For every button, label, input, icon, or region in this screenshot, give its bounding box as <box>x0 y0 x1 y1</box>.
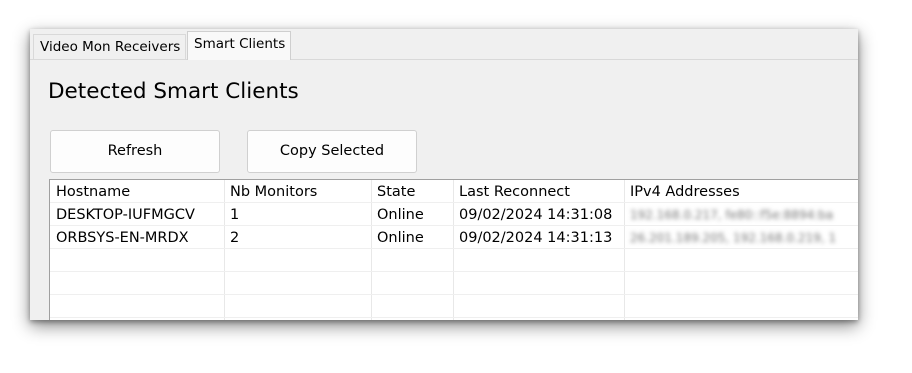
ipv4-cell: 26.201.189.205, 192.168.0.219, 1 <box>630 231 837 245</box>
column-header-state[interactable]: State <box>371 180 453 203</box>
column-header-ipv4-addresses[interactable]: IPv4 Addresses <box>624 180 858 203</box>
ipv4-cell: 192.168.0.217, fe80::f5e:8894:ba <box>630 208 834 222</box>
copy-selected-button[interactable]: Copy Selected <box>247 130 417 173</box>
monitors-cell: 1 <box>230 207 240 223</box>
hostname-cell: ORBSYS-EN-MRDX <box>56 230 189 246</box>
column-header-last-reconnect[interactable]: Last Reconnect <box>453 180 624 203</box>
column-header-nb-monitors[interactable]: Nb Monitors <box>224 180 371 203</box>
table-row[interactable]: ORBSYS-EN-MRDX 2 Online 09/02/2024 14:31… <box>50 226 858 249</box>
column-header-hostname[interactable]: Hostname <box>50 180 224 203</box>
monitors-cell: 2 <box>230 230 240 246</box>
page-title: Detected Smart Clients <box>48 79 299 104</box>
tab-smart-clients[interactable]: Smart Clients <box>187 31 291 60</box>
refresh-button[interactable]: Refresh <box>50 130 220 173</box>
hostname-cell: DESKTOP-IUFMGCV <box>56 207 195 223</box>
empty-table-row[interactable] <box>50 249 858 272</box>
last-reconnect-cell: 09/02/2024 14:31:13 <box>459 230 613 246</box>
last-reconnect-cell: 09/02/2024 14:31:08 <box>459 207 613 223</box>
state-cell: Online <box>377 230 424 246</box>
table-row[interactable]: DESKTOP-IUFMGCV 1 Online 09/02/2024 14:3… <box>50 203 858 226</box>
empty-table-row[interactable] <box>50 272 858 295</box>
app-window: Video Mon Receivers Smart Clients Detect… <box>30 29 858 320</box>
tab-video-mon-receivers[interactable]: Video Mon Receivers <box>33 34 186 59</box>
screenshot-canvas: Video Mon Receivers Smart Clients Detect… <box>0 0 912 373</box>
empty-table-row[interactable] <box>50 295 858 318</box>
smart-clients-grid[interactable]: Hostname Nb Monitors State Last Reconnec… <box>49 179 858 320</box>
header-row: Hostname Nb Monitors State Last Reconnec… <box>50 180 858 203</box>
state-cell: Online <box>377 207 424 223</box>
tab-strip: Video Mon Receivers Smart Clients <box>30 29 858 60</box>
